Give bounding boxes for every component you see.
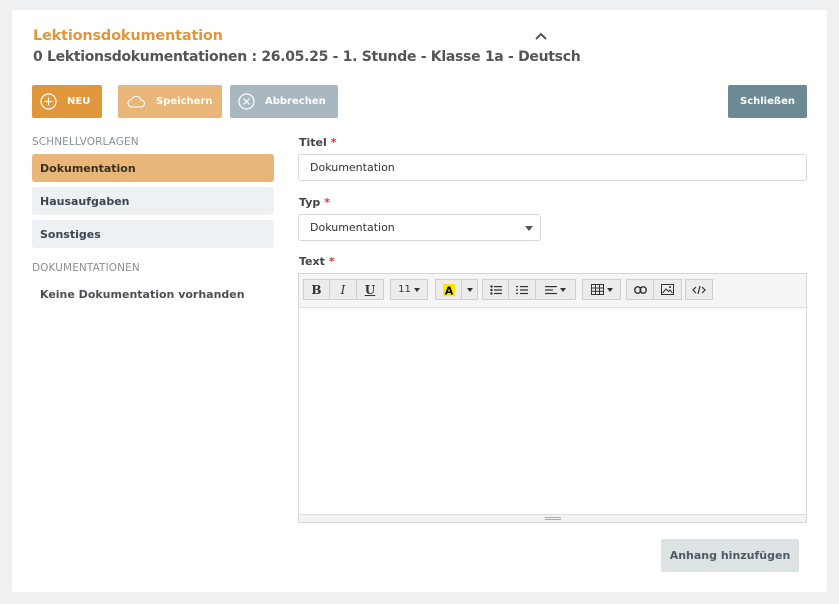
new-button-label: NEU <box>67 96 91 107</box>
bold-icon[interactable]: B <box>303 279 330 300</box>
page-subtitle: 0 Lektionsdokumentationen : 26.05.25 - 1… <box>33 49 581 65</box>
align-icon[interactable] <box>536 279 576 300</box>
close-button[interactable]: Schließen <box>728 85 807 118</box>
new-button[interactable]: NEU <box>32 85 102 118</box>
add-attachment-button[interactable]: Anhang hinzufügen <box>661 539 799 572</box>
page-title: Lektionsdokumentation <box>33 28 223 44</box>
template-item-sonstiges[interactable]: Sonstiges <box>32 220 274 248</box>
documentations-heading: DOKUMENTATIONEN <box>32 262 140 274</box>
link-icon[interactable] <box>626 279 654 300</box>
chevron-up-icon[interactable] <box>534 30 548 42</box>
required-marker: * <box>330 136 337 149</box>
italic-icon[interactable]: I <box>330 279 357 300</box>
svg-text:A: A <box>444 284 453 297</box>
title-input[interactable]: Dokumentation <box>298 154 807 181</box>
rich-text-editor[interactable]: B I U 11 A <box>298 273 807 523</box>
template-item-hausaufgaben[interactable]: Hausaufgaben <box>32 187 274 215</box>
templates-heading: SCHNELLVORLAGEN <box>32 136 139 148</box>
bullet-list-icon[interactable] <box>482 279 509 300</box>
save-button[interactable]: Speichern <box>118 85 222 118</box>
template-item-dokumentation[interactable]: Dokumentation <box>32 154 274 182</box>
underline-icon[interactable]: U <box>357 279 384 300</box>
empty-documentation-note: Keine Dokumentation vorhanden <box>40 288 245 301</box>
editor-resize-handle[interactable] <box>299 514 806 522</box>
title-label: Titel * <box>299 136 337 149</box>
type-select[interactable]: Dokumentation <box>298 214 541 241</box>
numbered-list-icon[interactable] <box>509 279 536 300</box>
text-color-dropdown[interactable] <box>462 279 478 300</box>
save-button-label: Speichern <box>156 96 213 107</box>
code-view-icon[interactable] <box>685 279 713 300</box>
cancel-button[interactable]: Abbrechen <box>230 85 338 118</box>
close-circle-icon <box>238 93 255 110</box>
cloud-icon <box>126 94 146 109</box>
text-color-icon[interactable]: A <box>435 279 462 300</box>
table-icon[interactable] <box>582 279 621 300</box>
required-marker: * <box>328 255 335 268</box>
cancel-button-label: Abbrechen <box>265 96 326 107</box>
type-select-value: Dokumentation <box>310 221 395 234</box>
editor-toolbar: B I U 11 A <box>299 274 806 308</box>
type-label: Typ * <box>299 196 331 209</box>
font-size-dropdown[interactable]: 11 <box>390 279 428 300</box>
image-icon[interactable] <box>654 279 682 300</box>
plus-circle-icon <box>40 93 57 110</box>
required-marker: * <box>324 196 331 209</box>
chevron-down-icon <box>525 226 533 231</box>
text-label: Text * <box>299 255 335 268</box>
